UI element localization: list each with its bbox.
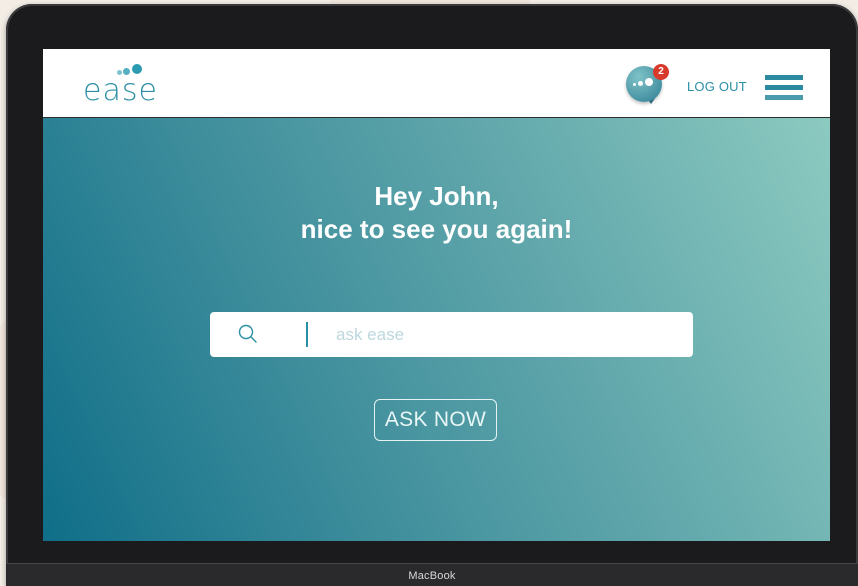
chat-dots-icon — [633, 78, 657, 88]
search-input[interactable] — [334, 320, 668, 350]
device-brand-label: MacBook — [408, 570, 456, 582]
search-icon[interactable] — [238, 324, 258, 344]
menu-icon[interactable] — [765, 74, 803, 104]
app-screen: ease 2 LOG OUT Hey John, nice to see you… — [43, 49, 830, 541]
greeting-line-1: Hey John, — [374, 181, 499, 211]
logout-link[interactable]: LOG OUT — [687, 79, 747, 94]
laptop-bottom-bezel: MacBook — [6, 563, 858, 586]
ease-logo[interactable]: ease — [83, 59, 173, 109]
notification-badge: 2 — [653, 64, 669, 80]
chat-notifications-button[interactable]: 2 — [626, 64, 669, 104]
ask-now-button[interactable]: ASK NOW — [374, 399, 497, 441]
laptop-frame: ease 2 LOG OUT Hey John, nice to see you… — [6, 4, 858, 586]
search-divider — [306, 322, 308, 347]
hero-section: Hey John, nice to see you again! ASK NOW — [43, 118, 830, 541]
search-bar — [210, 312, 693, 357]
greeting-heading: Hey John, nice to see you again! — [43, 180, 830, 246]
greeting-line-2: nice to see you again! — [300, 214, 573, 244]
logo-wordmark: ease — [83, 73, 158, 108]
top-header: ease 2 LOG OUT — [43, 49, 830, 118]
